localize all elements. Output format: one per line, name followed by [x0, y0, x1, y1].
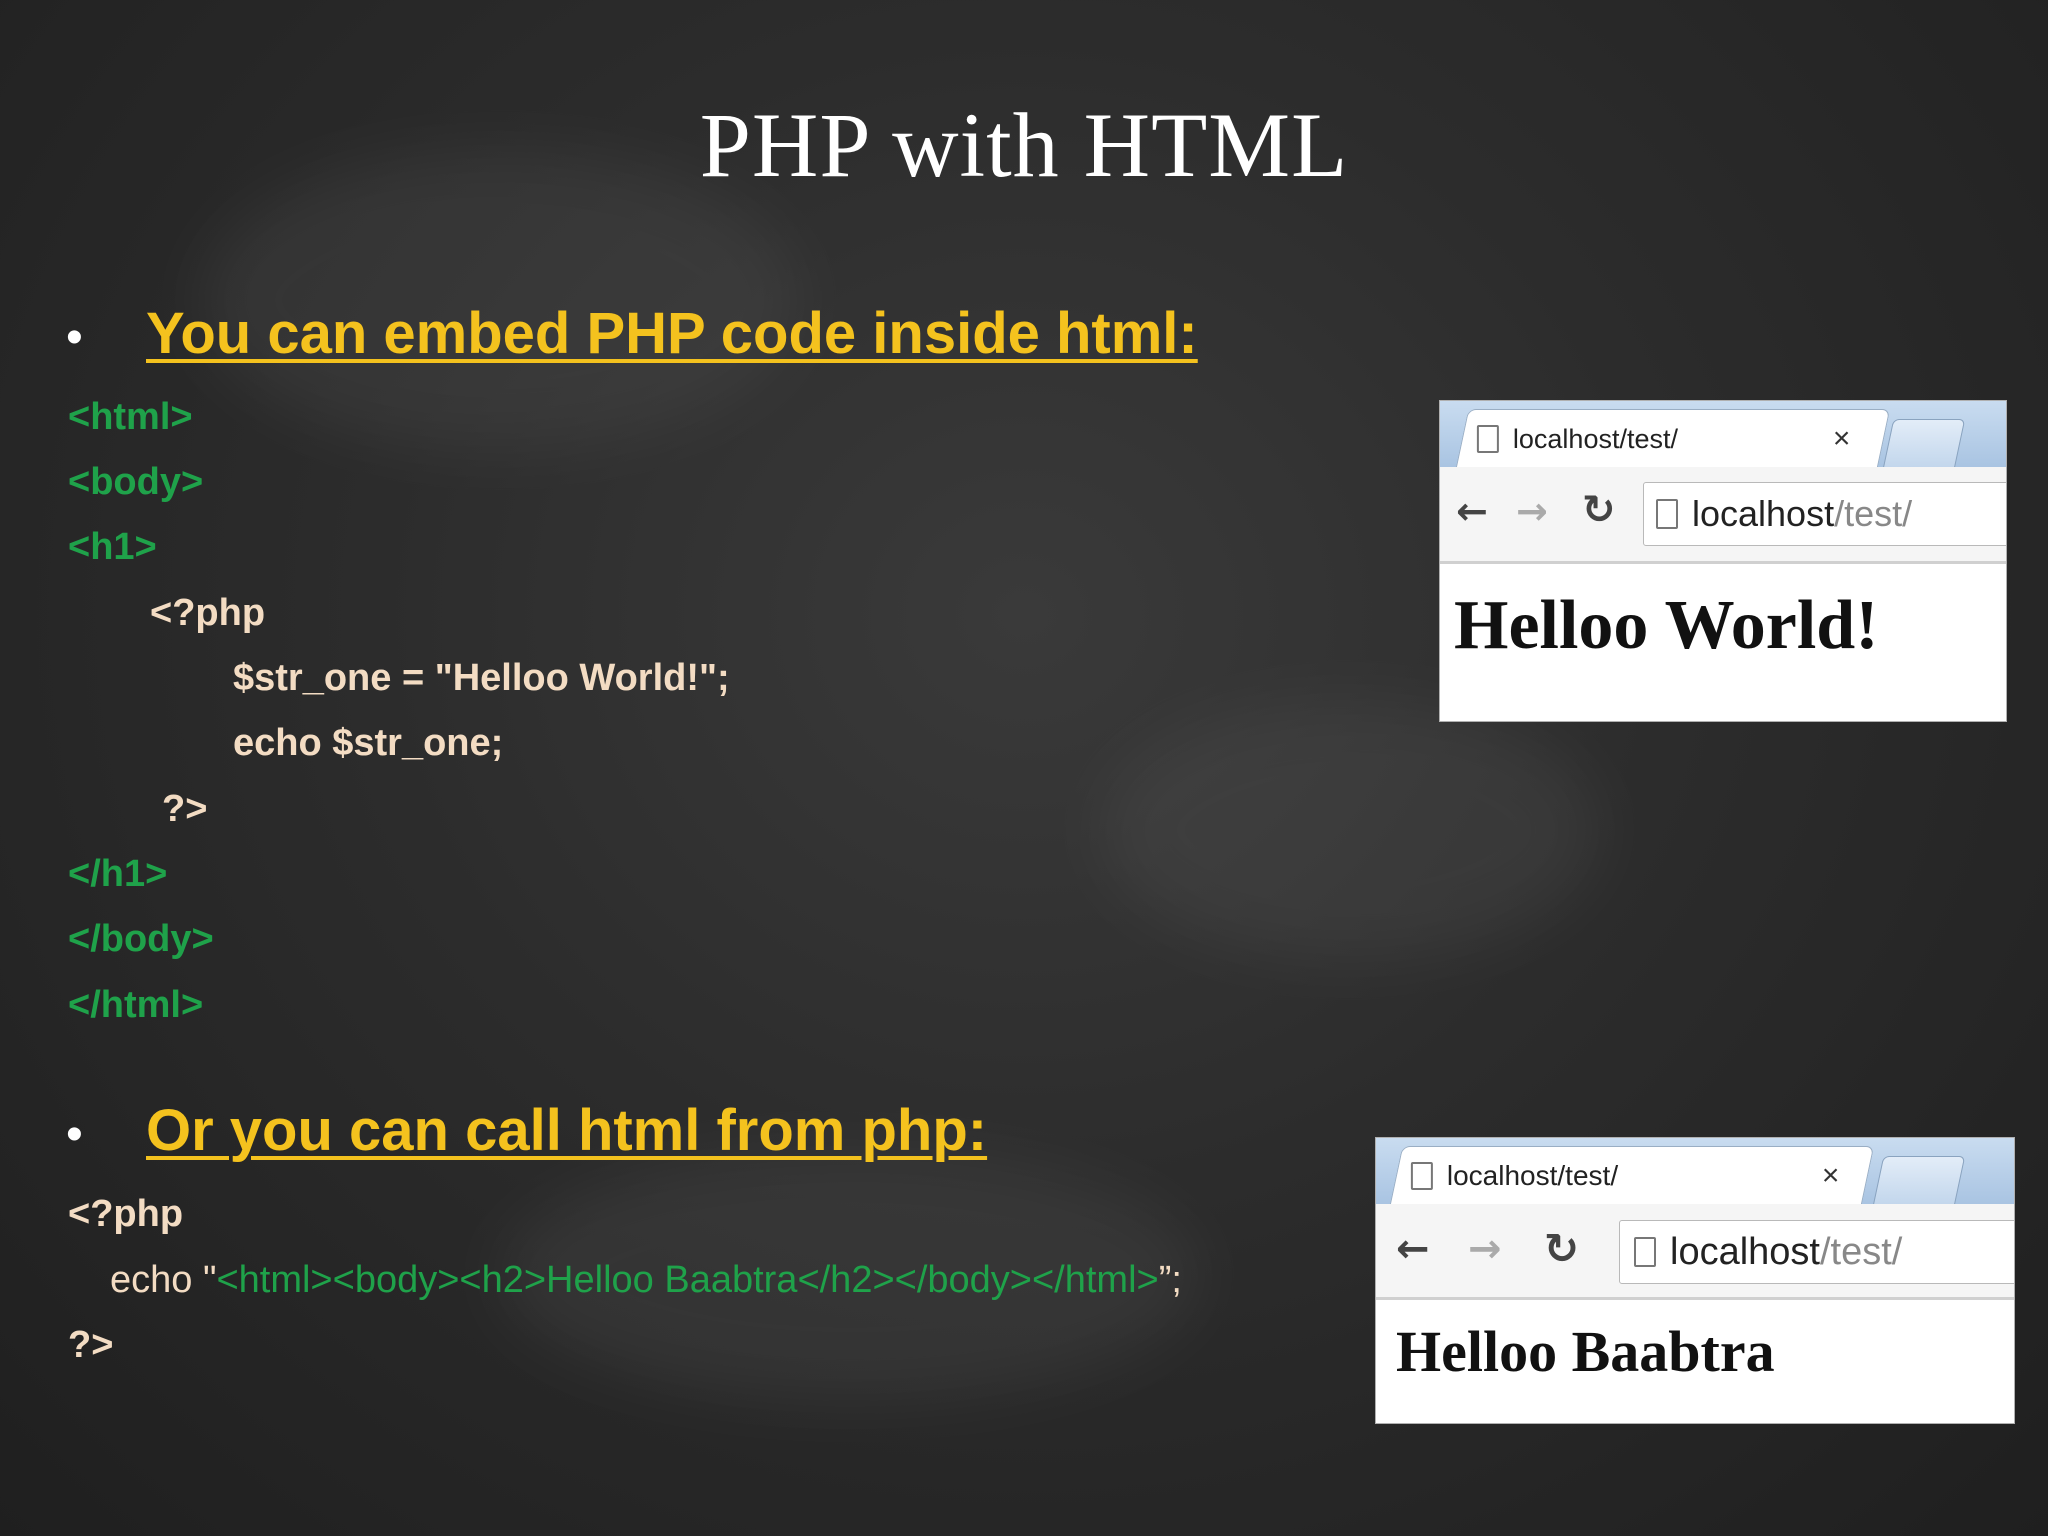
embed-php-heading: You can embed PHP code inside html:	[146, 301, 1198, 366]
new-tab-button[interactable]	[1882, 419, 1966, 469]
bullet-embed-php: • You can embed PHP code inside html:	[66, 300, 1198, 367]
rendered-h2: Helloo Baabtra	[1396, 1319, 1775, 1384]
code-php-open: <?php	[150, 592, 266, 634]
code-assign: $str_one = "Helloo World!";	[233, 657, 730, 699]
bullet-icon: •	[66, 1108, 83, 1161]
page-icon	[1410, 1162, 1433, 1190]
url-host: localhost	[1670, 1230, 1820, 1273]
browser-toolbar: ← → ↻ localhost/test/	[1440, 467, 2006, 564]
tab-title: localhost/test/	[1512, 423, 1678, 454]
browser-toolbar: ← → ↻ localhost/test/	[1376, 1204, 2014, 1300]
browser-tab[interactable]: localhost/test/ ×	[1455, 409, 1891, 468]
code2-echo-line: echo "<html><body><h2>Helloo Baabtra</h2…	[110, 1259, 1182, 1302]
page-icon	[1476, 425, 1499, 453]
tab-close-icon[interactable]: ×	[1833, 422, 1851, 456]
code-html-close: </html>	[68, 984, 204, 1026]
arrow-right-icon[interactable]: →	[1468, 1226, 1502, 1272]
browser-tab[interactable]: localhost/test/ ×	[1389, 1146, 1875, 1205]
code2-echo-html: <html><body><h2>Helloo Baabtra</h2></bod…	[216, 1259, 1159, 1301]
browser-screenshot-2: localhost/test/ × ← → ↻ localhost/test/ …	[1375, 1137, 2015, 1424]
code-html-open: <html>	[68, 396, 193, 438]
url-path: /test/	[1819, 1230, 1903, 1273]
reload-icon[interactable]: ↻	[1544, 1224, 1579, 1273]
code2-echo-prefix: echo "	[110, 1259, 217, 1301]
tab-title: localhost/test/	[1446, 1160, 1619, 1191]
code2-php-open: <?php	[68, 1193, 184, 1235]
rendered-h1: Helloo World!	[1454, 587, 1879, 664]
code-h1-close: </h1>	[68, 853, 168, 895]
arrow-left-icon[interactable]: ←	[1456, 489, 1488, 533]
arrow-right-icon[interactable]: →	[1516, 489, 1548, 533]
page-icon	[1656, 499, 1678, 529]
url-host: localhost	[1692, 493, 1835, 534]
bullet-icon: •	[66, 311, 83, 364]
tab-strip: localhost/test/ ×	[1440, 401, 2006, 469]
address-bar[interactable]: localhost/test/	[1643, 482, 2006, 546]
tab-strip: localhost/test/ ×	[1376, 1138, 2014, 1206]
arrow-left-icon[interactable]: ←	[1396, 1226, 1430, 1272]
call-html-heading: Or you can call html from php:	[146, 1098, 988, 1163]
tab-close-icon[interactable]: ×	[1822, 1159, 1840, 1193]
code-h1-open: <h1>	[68, 526, 157, 568]
code2-echo-suffix: ”;	[1158, 1259, 1182, 1301]
code-php-close: ?>	[162, 788, 208, 830]
address-bar[interactable]: localhost/test/	[1619, 1220, 2014, 1284]
browser-screenshot-1: localhost/test/ × ← → ↻ localhost/test/ …	[1439, 400, 2007, 722]
page-icon	[1634, 1237, 1656, 1267]
reload-icon[interactable]: ↻	[1582, 487, 1616, 533]
code2-php-close: ?>	[68, 1324, 114, 1366]
new-tab-button[interactable]	[1872, 1156, 1966, 1206]
code-echo: echo $str_one;	[233, 722, 504, 764]
code-body-close: </body>	[68, 918, 214, 960]
code-body-open: <body>	[68, 461, 204, 503]
url-path: /test/	[1834, 493, 1913, 534]
background-smudge	[1100, 700, 1600, 960]
slide-title: PHP with HTML	[699, 94, 1349, 196]
bullet-call-html: • Or you can call html from php:	[66, 1097, 987, 1164]
